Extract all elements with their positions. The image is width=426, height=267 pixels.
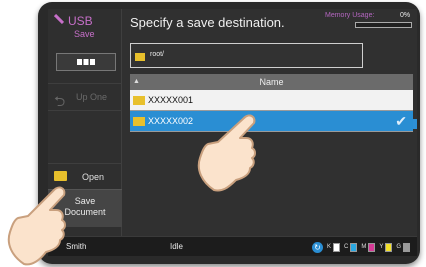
- toner-m: M: [361, 242, 376, 252]
- usb-header: USB Save: [48, 9, 122, 47]
- memory-usage-label: Memory Usage:: [325, 12, 375, 19]
- toner-c: C: [344, 242, 358, 252]
- toner-c-bar: [350, 242, 358, 252]
- device-state: Idle: [170, 242, 183, 251]
- up-one-button[interactable]: ⮌ Up One: [48, 83, 122, 111]
- memory-usage-value: 0%: [400, 12, 411, 19]
- up-one-label: Up One: [76, 92, 108, 102]
- toner-m-bar: [368, 242, 376, 252]
- list-header[interactable]: ▲ Name: [130, 74, 413, 90]
- up-arrow-icon: ⮌: [54, 93, 66, 109]
- checkmark-icon: ✔: [395, 113, 407, 129]
- view-toggle: [56, 53, 417, 129]
- folder-icon: [133, 96, 145, 105]
- toner-y-bar: [385, 242, 393, 252]
- file-name: XXXXX001: [148, 95, 194, 105]
- page-title: Specify a save destination.: [130, 15, 285, 30]
- app-title: USB: [68, 14, 93, 28]
- grid-view-icon: [77, 59, 95, 65]
- refresh-icon[interactable]: ↻: [312, 241, 323, 253]
- pointing-hand-icon: [7, 186, 66, 266]
- path-text: root/: [150, 51, 165, 58]
- pointing-hand-icon: [197, 114, 256, 192]
- status-bar: Smith Idle ↻ K C M Y G: [48, 236, 417, 256]
- toner-g-bar: [403, 242, 411, 252]
- toner-g: G: [396, 242, 411, 252]
- toner-k-bar: [333, 242, 341, 252]
- usb-icon: [54, 14, 64, 24]
- path-box[interactable]: root/: [130, 43, 363, 68]
- toner-k: K: [327, 242, 341, 252]
- toner-y: Y: [379, 242, 393, 252]
- folder-icon: [135, 53, 145, 61]
- folder-icon: [133, 117, 145, 126]
- app-subtitle: Save: [74, 29, 95, 39]
- grid-view-button[interactable]: [57, 54, 115, 70]
- column-header-name: Name: [259, 77, 284, 87]
- memory-usage-bar: [355, 22, 412, 28]
- toner-levels: ↻ K C M Y G: [312, 241, 414, 253]
